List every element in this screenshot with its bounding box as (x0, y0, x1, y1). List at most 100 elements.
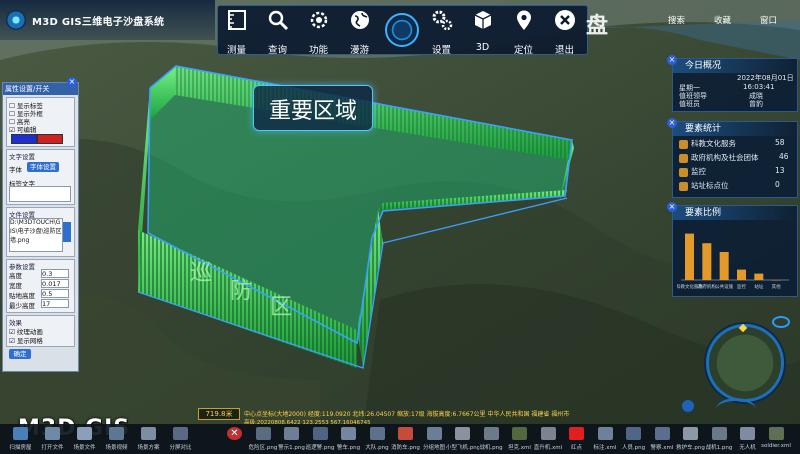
bottom-tool-button[interactable]: 分屏对比 (168, 426, 193, 452)
bottom-tool-label: soldier.xml (761, 443, 791, 449)
measure-button[interactable]: 测量 (218, 6, 255, 56)
stat-row: 政府机构及社会团体 46 (679, 152, 793, 165)
bottom-tool-button[interactable]: 直升机.xml (534, 426, 562, 452)
tool-icon (255, 427, 271, 440)
show-grid-checkbox[interactable]: ☑ 显示网格 (9, 335, 43, 345)
ratio-bar-label: 其他 (772, 283, 781, 290)
bottom-tool-button[interactable]: 救护车.png (676, 426, 705, 452)
bottom-tool-button[interactable]: 分组地图 (422, 426, 447, 452)
today-panel: 今日概况 × 2022年08月01日 星期一 16:03:41 值班领导 成晓 … (667, 55, 798, 112)
tool-icon (483, 427, 499, 440)
color-swatch-red[interactable] (37, 134, 63, 144)
eye-icon[interactable] (772, 316, 790, 328)
exit-label: 退出 (554, 45, 574, 56)
tool-icon (569, 427, 584, 440)
window-link[interactable]: 窗口 (760, 14, 777, 26)
query-button[interactable]: 查询 (259, 6, 296, 56)
bottom-tool-button[interactable]: 消防车.png (391, 426, 420, 452)
duty-staff-label: 值班员 (679, 100, 700, 108)
refresh-icon[interactable] (682, 400, 694, 412)
ratio-close-icon[interactable]: × (667, 202, 677, 212)
ratio-bar (737, 269, 746, 280)
color-swatch-blue[interactable] (11, 134, 37, 144)
browse-file-button[interactable] (63, 222, 71, 242)
param-label: 宽度 (9, 282, 22, 290)
bottom-tool-label: 场景文件 (73, 445, 96, 451)
settings-button[interactable]: 设置 (423, 6, 460, 56)
today-close-icon[interactable]: × (667, 55, 677, 65)
stat-label: 政府机构及社会团体 (691, 153, 759, 162)
search-link[interactable]: 搜索 (668, 14, 685, 26)
text-group-title: 文字设置 (9, 153, 35, 161)
close-icon (555, 10, 575, 30)
tool-icon (45, 427, 60, 440)
function-button[interactable]: 功能 (300, 6, 337, 56)
param-input[interactable]: 0.3 (41, 269, 69, 278)
ratio-bar-label: 站址 (754, 283, 763, 290)
stat-value: 46 (779, 152, 789, 161)
bottom-tool-button[interactable]: 警察.xml (650, 426, 675, 452)
property-panel: 属性设置/开关 × ☐ 显示标签 ☐ 显示外框 ☐ 高亮 ☑ 可编辑 文字设置 … (2, 77, 79, 372)
font-settings-button[interactable]: 字体设置 (27, 162, 59, 172)
minimap[interactable] (706, 323, 784, 402)
bottom-tool-button[interactable]: 场景文件 (72, 426, 97, 452)
fence-label-3: 区 (270, 295, 292, 320)
bottom-tool-button[interactable]: 打开文件 (40, 426, 65, 452)
file-path-field[interactable]: D:\M3DTOUCH\GIS\电子沙盘\巡防区墙.png (9, 218, 63, 252)
settings-icon (432, 10, 453, 31)
stat-row: 监控 13 (679, 166, 793, 179)
tool-icon (512, 427, 527, 440)
editable-checkbox[interactable]: ☑ 可编辑 (9, 124, 36, 134)
param-label: 贴地高度 (9, 292, 35, 300)
param-input[interactable]: 0.5 (41, 289, 69, 298)
bottom-tool-button[interactable]: 警示1.png (278, 426, 305, 452)
ratio-panel: 要素比例 × 科教文化服务 政府机构 公共设施 监控 站址 其他 (667, 202, 798, 297)
stat-row: 科教文化服务 58 (679, 138, 793, 151)
locate-button[interactable]: 定位 (505, 6, 542, 56)
stat-label: 科教文化服务 (691, 139, 736, 148)
bottom-tool-button[interactable]: 场景视频 (104, 426, 129, 452)
zone-title-text: 重要区域 (268, 99, 357, 124)
gear-brain-icon (310, 11, 328, 29)
zoom-arc-icon[interactable] (716, 398, 756, 421)
param-input[interactable]: 0.017 (41, 279, 69, 288)
effect-group: 效果 ☑ 纹理动画 ☑ 显示网格 (6, 315, 75, 347)
bottom-tool-button[interactable]: 扫描房屋 (8, 426, 33, 452)
culture-icon (679, 140, 688, 149)
bottom-tool-button[interactable]: 巡逻警.png (306, 426, 334, 452)
bottom-tool-button[interactable]: soldier.xml (761, 426, 791, 452)
roam-button[interactable]: 漫游 (341, 6, 378, 56)
tool-icon (77, 427, 92, 440)
bottom-tool-button[interactable]: 人员.png (621, 426, 646, 452)
bottom-tool-button[interactable]: 警车.png (336, 426, 361, 452)
bottom-tool-button[interactable]: 场景方案 (136, 426, 161, 452)
roam-dial-button[interactable] (382, 6, 419, 54)
exit-button[interactable]: 退出 (546, 6, 583, 56)
globe-icon (351, 11, 369, 29)
tool-icon (398, 427, 413, 440)
bottom-tool-button[interactable]: 无人机 (735, 426, 760, 452)
bottom-tool-button[interactable]: 小型飞机.png (446, 426, 479, 452)
bottom-tool-button[interactable]: 危险区.png (249, 426, 277, 452)
label-text-input[interactable] (9, 186, 71, 202)
stats-close-icon[interactable]: × (667, 118, 677, 128)
site-marker-icon (679, 182, 688, 191)
zone-title-label: 重要区域 (253, 85, 373, 131)
font-label: 字体 (9, 166, 22, 174)
bottom-tool-button[interactable]: 标注.xml (593, 426, 618, 452)
tool-icon (683, 427, 698, 440)
tool-icon (369, 427, 385, 440)
bottom-tool-button[interactable]: ✕ (222, 426, 247, 452)
3d-button[interactable]: 3D (464, 6, 501, 54)
favorite-link[interactable]: 收藏 (714, 14, 731, 26)
bottom-tool-button[interactable]: 红点 (564, 426, 589, 452)
param-input[interactable]: 17 (41, 299, 69, 308)
ok-button[interactable]: 确定 (9, 349, 31, 359)
tool-icon (455, 427, 470, 440)
bottom-tool-button[interactable]: 大队.png (365, 426, 390, 452)
bottom-tool-button[interactable]: 坦克.xml (507, 426, 532, 452)
bottom-tool-button[interactable]: 战机.png (479, 426, 504, 452)
bottom-tool-button[interactable]: 战机1.png (706, 426, 732, 452)
property-close-icon[interactable]: × (67, 77, 77, 87)
tool-icon (141, 427, 156, 440)
